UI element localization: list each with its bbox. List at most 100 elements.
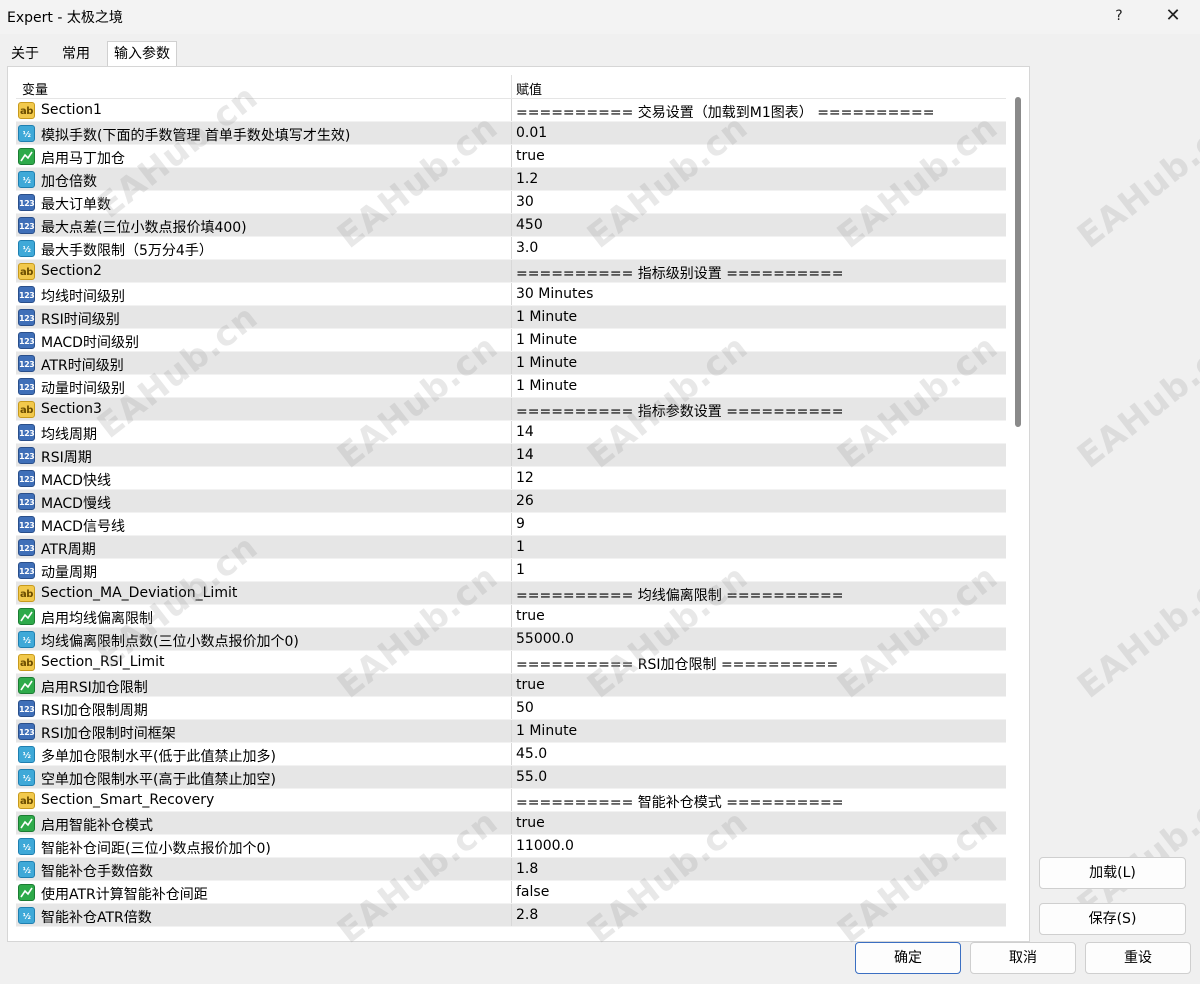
column-divider[interactable]: [511, 75, 512, 98]
parameter-value[interactable]: ========== 指标参数设置 ==========: [516, 401, 844, 421]
parameter-row[interactable]: ab Section_Smart_Recovery ========== 智能补仓模…: [16, 789, 1006, 812]
parameter-row[interactable]: 启用均线偏离限制 true: [16, 605, 1006, 628]
parameter-row[interactable]: 123 RSI周期 14: [16, 444, 1006, 467]
parameter-value[interactable]: 55000.0: [516, 631, 574, 647]
parameter-row[interactable]: ab Section1 ========== 交易设置（加载到M1图表） =====…: [16, 99, 1006, 122]
parameter-value[interactable]: ========== 均线偏离限制 ==========: [516, 585, 844, 605]
parameter-row[interactable]: 123 RSI加仓限制时间框架 1 Minute: [16, 720, 1006, 743]
reset-button[interactable]: 重设: [1085, 942, 1191, 974]
load-button[interactable]: 加载(L): [1039, 857, 1186, 889]
parameter-value[interactable]: ========== 指标级别设置 ==========: [516, 263, 844, 283]
parameter-value[interactable]: 30 Minutes: [516, 286, 593, 302]
parameter-row[interactable]: 启用马丁加仓 true: [16, 145, 1006, 168]
parameter-value[interactable]: 2.8: [516, 907, 538, 923]
parameter-value[interactable]: 1.2: [516, 171, 538, 187]
close-icon[interactable]: ✕: [1150, 0, 1196, 34]
parameter-row[interactable]: ½ 模拟手数(下面的手数管理 首单手数处填写才生效) 0.01: [16, 122, 1006, 145]
parameter-row[interactable]: 123 动量周期 1: [16, 559, 1006, 582]
column-header-variable[interactable]: 变量: [22, 79, 48, 98]
parameter-row[interactable]: ½ 智能补仓手数倍数 1.8: [16, 858, 1006, 881]
parameter-value[interactable]: false: [516, 884, 549, 900]
bool-type-icon: [18, 815, 35, 832]
parameter-value[interactable]: true: [516, 815, 545, 831]
parameter-row[interactable]: ab Section_RSI_Limit ========== RSI加仓限制 ==…: [16, 651, 1006, 674]
parameter-row[interactable]: 启用智能补仓模式 true: [16, 812, 1006, 835]
parameter-row[interactable]: 123 ATR周期 1: [16, 536, 1006, 559]
parameter-value[interactable]: 11000.0: [516, 838, 574, 854]
parameter-value[interactable]: 1 Minute: [516, 378, 577, 394]
save-button[interactable]: 保存(S): [1039, 903, 1186, 935]
parameter-row[interactable]: 启用RSI加仓限制 true: [16, 674, 1006, 697]
parameter-row[interactable]: ab Section_MA_Deviation_Limit ========== 均…: [16, 582, 1006, 605]
parameter-row[interactable]: 123 MACD信号线 9: [16, 513, 1006, 536]
parameter-row[interactable]: 123 ATR时间级别 1 Minute: [16, 352, 1006, 375]
parameter-value[interactable]: ========== 智能补仓模式 ==========: [516, 792, 844, 812]
parameter-row[interactable]: ½ 多单加仓限制水平(低于此值禁止加多) 45.0: [16, 743, 1006, 766]
parameter-name: ATR周期: [41, 542, 96, 558]
parameter-value[interactable]: true: [516, 677, 545, 693]
parameter-value[interactable]: 1 Minute: [516, 723, 577, 739]
parameter-value[interactable]: 3.0: [516, 240, 538, 256]
double-type-icon: ½: [18, 171, 35, 188]
parameter-row[interactable]: ab Section2 ========== 指标级别设置 ==========: [16, 260, 1006, 283]
tab-about[interactable]: 关于: [6, 42, 44, 66]
parameter-row[interactable]: 123 MACD慢线 26: [16, 490, 1006, 513]
parameter-name: RSI周期: [41, 450, 92, 466]
parameter-value[interactable]: 9: [516, 516, 525, 532]
tab-inputs[interactable]: 输入参数: [107, 41, 177, 68]
parameter-name: RSI加仓限制时间框架: [41, 726, 176, 742]
parameter-value[interactable]: 14: [516, 424, 534, 440]
parameter-row[interactable]: ½ 智能补仓间距(三位小数点报价加个0) 11000.0: [16, 835, 1006, 858]
ok-button[interactable]: 确定: [855, 942, 961, 974]
parameter-row[interactable]: 123 最大订单数 30: [16, 191, 1006, 214]
cancel-button[interactable]: 取消: [970, 942, 1076, 974]
parameter-row[interactable]: 123 最大点差(三位小数点报价填400) 450: [16, 214, 1006, 237]
parameter-value[interactable]: 450: [516, 217, 543, 233]
parameter-value[interactable]: 1 Minute: [516, 332, 577, 348]
vertical-scrollbar-thumb[interactable]: [1015, 97, 1021, 427]
parameter-value[interactable]: true: [516, 608, 545, 624]
parameter-row[interactable]: ½ 加仓倍数 1.2: [16, 168, 1006, 191]
parameter-value[interactable]: 1 Minute: [516, 309, 577, 325]
parameter-row[interactable]: ½ 空单加仓限制水平(高于此值禁止加空) 55.0: [16, 766, 1006, 789]
parameter-row[interactable]: 123 MACD快线 12: [16, 467, 1006, 490]
parameter-name: 加仓倍数: [41, 174, 97, 190]
parameter-value[interactable]: 50: [516, 700, 534, 716]
parameter-value[interactable]: ========== 交易设置（加载到M1图表） ==========: [516, 102, 935, 122]
parameter-row[interactable]: 123 均线时间级别 30 Minutes: [16, 283, 1006, 306]
parameter-value[interactable]: 12: [516, 470, 534, 486]
parameter-row[interactable]: ab Section3 ========== 指标参数设置 ==========: [16, 398, 1006, 421]
parameter-value[interactable]: 1: [516, 539, 525, 555]
column-header-value[interactable]: 赋值: [516, 79, 542, 98]
parameter-value[interactable]: 1.8: [516, 861, 538, 877]
cell-divider: [511, 513, 512, 536]
parameter-name: RSI加仓限制周期: [41, 703, 148, 719]
parameter-row[interactable]: 使用ATR计算智能补仓间距 false: [16, 881, 1006, 904]
parameter-value[interactable]: true: [516, 148, 545, 164]
parameter-name: Section3: [41, 401, 102, 417]
parameter-row[interactable]: ½ 智能补仓ATR倍数 2.8: [16, 904, 1006, 927]
parameter-row[interactable]: 123 动量时间级别 1 Minute: [16, 375, 1006, 398]
parameter-row[interactable]: 123 RSI加仓限制周期 50: [16, 697, 1006, 720]
help-icon[interactable]: ?: [1096, 0, 1142, 34]
cell-divider: [511, 812, 512, 835]
tab-common[interactable]: 常用: [55, 42, 97, 66]
parameter-value[interactable]: 26: [516, 493, 534, 509]
parameter-value[interactable]: 1 Minute: [516, 355, 577, 371]
parameter-value[interactable]: 14: [516, 447, 534, 463]
parameter-row[interactable]: 123 均线周期 14: [16, 421, 1006, 444]
parameter-value[interactable]: 45.0: [516, 746, 547, 762]
parameter-value[interactable]: ========== RSI加仓限制 ==========: [516, 654, 838, 674]
integer-type-icon: 123: [18, 700, 35, 717]
parameter-value[interactable]: 30: [516, 194, 534, 210]
parameter-row[interactable]: ½ 最大手数限制（5万分4手） 3.0: [16, 237, 1006, 260]
parameter-value[interactable]: 1: [516, 562, 525, 578]
parameter-row[interactable]: 123 RSI时间级别 1 Minute: [16, 306, 1006, 329]
parameter-row[interactable]: ½ 均线偏离限制点数(三位小数点报价加个0) 55000.0: [16, 628, 1006, 651]
parameter-value[interactable]: 0.01: [516, 125, 547, 141]
integer-type-icon: 123: [18, 355, 35, 372]
parameter-value[interactable]: 55.0: [516, 769, 547, 785]
parameter-row[interactable]: 123 MACD时间级别 1 Minute: [16, 329, 1006, 352]
double-type-icon: ½: [18, 838, 35, 855]
parameter-rows: ab Section1 ========== 交易设置（加载到M1图表） =====…: [16, 99, 1006, 927]
